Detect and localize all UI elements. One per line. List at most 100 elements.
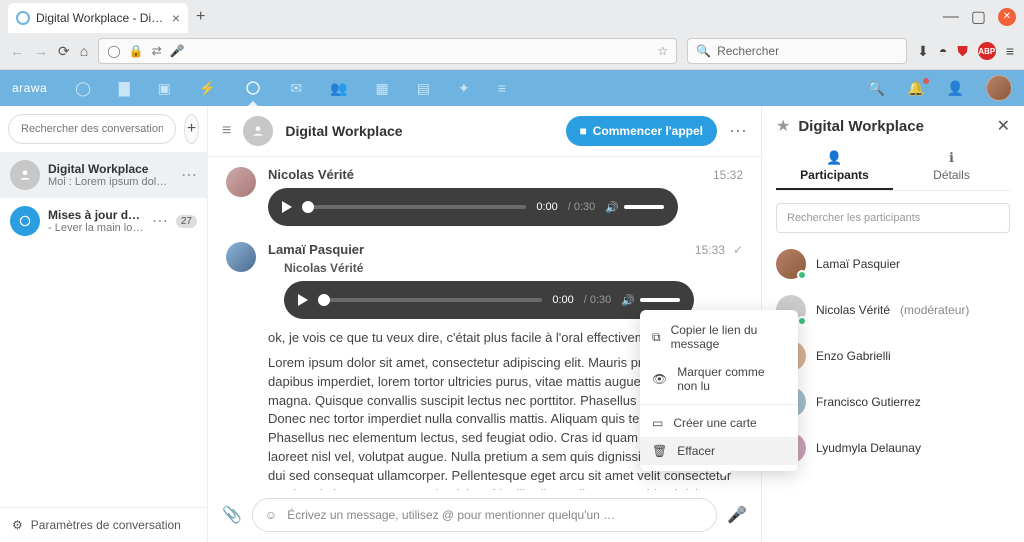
app-calendar-icon[interactable]: ▦ [375,80,388,97]
ctx-mark-unread[interactable]: 👁 Marquer comme non lu [640,358,798,400]
audio-total-time: / 0:30 [584,294,612,306]
participant-item[interactable]: Enzo Gabrielli [776,333,1010,379]
participant-item[interactable]: Lyudmyla Delaunay [776,425,1010,471]
permissions-icon: ⇄ [152,44,162,58]
room-title: Digital Workplace [285,123,402,139]
app-contacts-icon[interactable]: 👥 [330,80,347,97]
ctx-create-card[interactable]: ▭ Créer une carte [640,409,798,437]
start-call-label: Commencer l'appel [593,124,703,138]
tab-participants[interactable]: 👤 Participants [776,150,893,190]
app-activity-icon[interactable]: ⚡ [199,80,216,97]
window-maximize-icon[interactable]: ▢ [971,7,986,27]
conversation-item[interactable]: Digital Workplace Moi : Lorem ipsum dolo… [0,152,207,198]
nav-forward-icon[interactable]: → [34,43,48,59]
participant-name: Lyudmyla Delaunay [816,441,921,455]
window-minimize-icon[interactable]: — [943,8,959,26]
abp-icon[interactable]: ABP [978,42,996,60]
conversation-avatar [10,160,40,190]
app-more-icon[interactable]: ≡ [498,80,506,96]
lock-icon: 🔒 [129,44,144,58]
video-icon: ■ [580,124,587,138]
participant-name: Francisco Gutierrez [816,395,921,409]
app-mail-icon[interactable]: ✉ [290,80,302,97]
unread-badge: 27 [176,215,197,228]
notifications-icon[interactable]: 🔔 [907,80,924,97]
nav-reload-icon[interactable]: ⟳ [58,43,70,60]
menu-separator [640,404,798,405]
nav-back-icon[interactable]: ← [10,43,24,59]
app-deck-icon[interactable]: ▤ [417,80,430,97]
participants-search-input[interactable]: Rechercher les participants [776,203,1010,233]
message-avatar [226,242,256,272]
nav-home-icon[interactable]: ⌂ [80,43,88,59]
user-avatar[interactable] [986,75,1012,101]
audio-track[interactable] [318,298,542,302]
read-check-icon: ✓ [733,243,743,257]
app-gallery-icon[interactable]: ▣ [158,80,171,97]
conversation-item[interactable]: Mises à jour de Talk ✅ - Lever la main l… [0,198,207,244]
tab-title: Digital Workplace - Discu [36,11,166,25]
download-icon[interactable]: ⬇ [917,43,929,60]
volume-slider[interactable] [640,298,680,302]
brand-logo[interactable]: arawa [12,81,47,95]
play-icon[interactable] [298,294,308,306]
star-icon[interactable]: ★ [776,116,790,136]
bookmark-star-icon[interactable]: ☆ [657,44,668,58]
tab-details-label: Détails [933,168,970,182]
ctx-copy-link[interactable]: ⧉ Copier le lien du message [640,316,798,358]
participant-item[interactable]: Lamaï Pasquier [776,241,1010,287]
message-placeholder: Écrivez un message, utilisez @ pour ment… [287,508,704,522]
attach-icon[interactable]: 📎 [222,505,242,525]
app-favorites-icon[interactable]: ✦ [458,80,470,97]
address-bar[interactable]: ◯ 🔒 ⇄ 🎤 ☆ [98,38,677,64]
audio-track[interactable] [302,205,526,209]
conversation-search-input[interactable] [8,114,176,144]
browser-menu-icon[interactable]: ≡ [1006,43,1014,59]
browser-tab[interactable]: Digital Workplace - Discu × [8,3,188,33]
new-tab-button[interactable]: + [196,8,205,26]
app-talk-icon[interactable] [244,79,262,97]
play-icon[interactable] [282,201,292,213]
conversation-more-icon[interactable]: ⋯ [181,165,197,185]
gear-icon: ⚙ [12,518,23,532]
audio-player[interactable]: 0:00 / 0:30 🔊 [284,281,694,319]
message-time: 15:32 [713,168,743,182]
volume-icon[interactable]: 🔊 [605,201,619,214]
volume-slider[interactable] [624,205,664,209]
room-more-icon[interactable]: ⋯ [729,121,747,142]
voice-record-icon[interactable]: 🎤 [727,505,747,525]
extension-icon[interactable]: ◓ [939,43,947,59]
audio-total-time: / 0:30 [568,201,596,213]
reply-author: Nicolas Vérité [284,261,743,275]
audio-player[interactable]: 0:00 / 0:30 🔊 [268,188,678,226]
app-dashboard-icon[interactable]: ◯ [75,80,91,97]
start-call-button[interactable]: ■ Commencer l'appel [566,116,717,146]
conversation-subtitle: Moi : Lorem ipsum dolor sit … [48,176,173,188]
emoji-icon[interactable]: ☺ [265,508,277,522]
close-panel-icon[interactable]: ✕ [997,116,1010,136]
participants-icon: 👤 [776,150,893,166]
ublock-icon[interactable]: ⛊ [957,43,968,60]
message-time: 15:33 [695,243,725,257]
contacts-menu-icon[interactable]: 👤 [947,80,964,97]
message-input[interactable]: ☺ Écrivez un message, utilisez @ pour me… [252,498,717,532]
volume-icon[interactable]: 🔊 [621,294,635,307]
new-conversation-button[interactable]: + [184,114,199,144]
conversation-settings-label: Paramètres de conversation [31,518,181,532]
close-tab-icon[interactable]: × [172,10,180,26]
ctx-delete-label: Effacer [677,444,715,458]
conversation-settings-button[interactable]: ⚙ Paramètres de conversation [0,507,207,542]
participant-item[interactable]: Francisco Gutierrez [776,379,1010,425]
external-link-icon: ⧉ [652,330,661,345]
message-author: Nicolas Vérité [268,167,354,182]
conversation-more-icon[interactable]: ⋯ [152,211,168,231]
browser-search-box[interactable]: 🔍 Rechercher [687,38,907,64]
app-files-icon[interactable]: ▇ [119,80,130,97]
tab-details[interactable]: ℹ Détails [893,150,1010,190]
participant-item[interactable]: Nicolas Vérité (modérateur) [776,287,1010,333]
room-avatar [243,116,273,146]
toggle-sidebar-icon[interactable]: ≡ [222,122,231,140]
ctx-delete[interactable]: 🗑 Effacer [640,437,798,465]
search-icon[interactable]: 🔍 [868,80,885,97]
window-close-icon[interactable]: ✕ [998,8,1016,26]
